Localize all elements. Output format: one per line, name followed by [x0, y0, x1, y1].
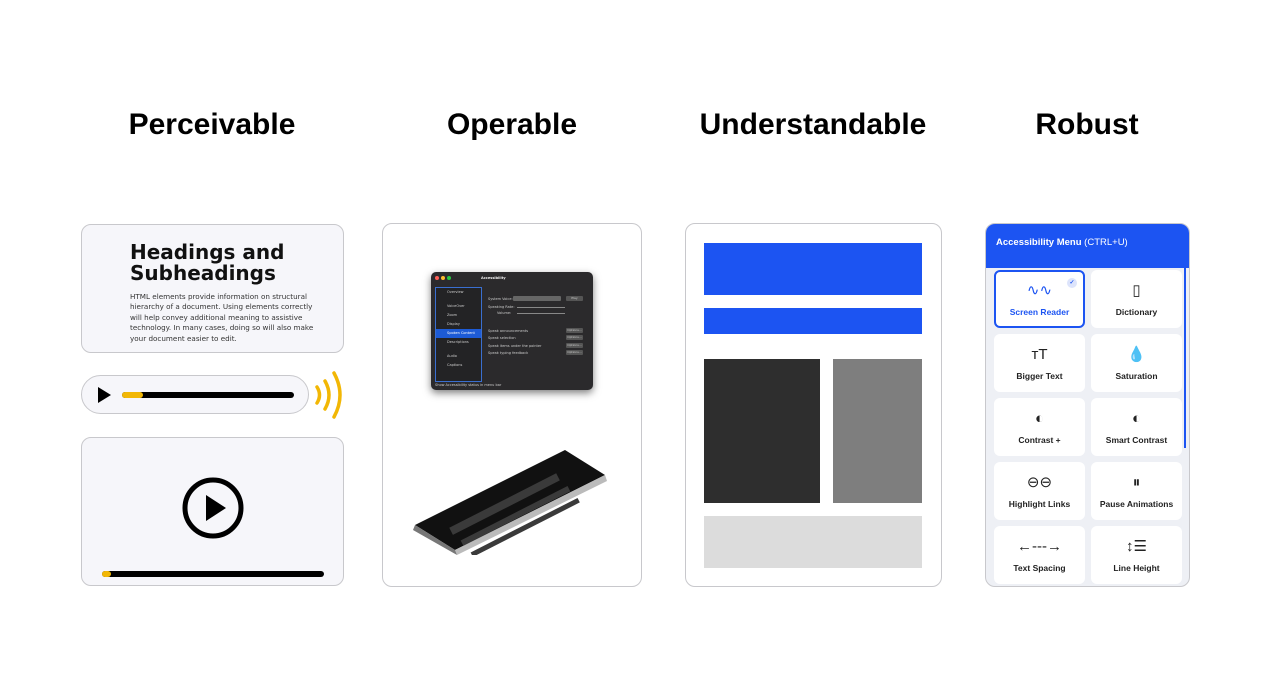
menu-title: Accessibility Menu [996, 237, 1082, 248]
system-voice-label: System Voice: [488, 297, 513, 301]
line-height-icon: ↕☰ [1126, 538, 1147, 555]
layout-footer-block [704, 516, 922, 568]
example-body: HTML elements provide information on str… [130, 292, 314, 343]
tile-label: Screen Reader [1009, 307, 1070, 317]
text-spacing-icon: ←---→ [1017, 538, 1062, 555]
braille-display-image [413, 450, 607, 555]
sound-waves-icon [315, 371, 342, 419]
sidebar-item[interactable]: Overview [436, 288, 481, 297]
system-voice-select[interactable] [513, 296, 561, 301]
tile-label: Smart Contrast [1105, 435, 1168, 445]
layout-main-block [704, 359, 820, 503]
saturation-icon: 💧 [1127, 346, 1146, 363]
screen-reader-icon: ∿∿ [1026, 282, 1053, 299]
volume-slider[interactable] [517, 313, 565, 314]
sidebar-item[interactable]: Zoom [436, 311, 481, 320]
tile-smart-contrast[interactable]: ◐ Smart Contrast [1091, 398, 1182, 456]
menu-tiles: ∿∿ Screen Reader ✓ ▯ Dictionary тT Bigger Text… [994, 270, 1182, 584]
sidebar-item[interactable]: Display [436, 320, 481, 329]
tile-label: Pause Animations [1099, 499, 1174, 509]
scrollbar[interactable] [1184, 268, 1186, 448]
tile-contrast[interactable]: ◐ Contrast + [994, 398, 1085, 456]
tile-pause-animations[interactable]: ⏸ Pause Animations [1091, 462, 1182, 520]
tile-saturation[interactable]: 💧 Saturation [1091, 334, 1182, 392]
contrast-icon: ◐ [1034, 410, 1045, 427]
heading-operable: Operable [446, 108, 578, 141]
sidebar-item-selected[interactable]: Spoken Content [436, 329, 481, 338]
tile-highlight-links[interactable]: ⊖⊖ Highlight Links [994, 462, 1085, 520]
option-checkbox[interactable]: Speak typing feedback [488, 350, 528, 356]
sidebar-item[interactable]: Descriptions [436, 338, 481, 347]
play-button[interactable]: Play [566, 296, 583, 301]
accessibility-settings-window: Accessibility Overview VoiceOver Zoom Di… [431, 272, 593, 390]
audio-progress-bar[interactable] [122, 392, 294, 398]
play-circle-icon[interactable] [181, 476, 245, 540]
tile-dictionary[interactable]: ▯ Dictionary [1091, 270, 1182, 328]
layout-header-block [704, 243, 922, 295]
smart-contrast-icon: ◐ [1131, 410, 1142, 427]
heading-understandable: Understandable [699, 108, 927, 141]
tile-label: Dictionary [1115, 307, 1158, 317]
volume-label: Volume: [497, 311, 512, 315]
window-title: Accessibility [481, 276, 506, 280]
speaking-rate-slider[interactable] [517, 307, 565, 308]
tile-line-height[interactable]: ↕☰ Line Height [1091, 526, 1182, 584]
highlight-links-icon: ⊖⊖ [1026, 474, 1053, 491]
tile-text-spacing[interactable]: ←---→ Text Spacing [994, 526, 1085, 584]
tile-label: Highlight Links [1008, 499, 1071, 509]
menu-shortcut: (CTRL+U) [1084, 237, 1128, 248]
tile-bigger-text[interactable]: тT Bigger Text [994, 334, 1085, 392]
option-checkbox[interactable]: Speak selection [488, 335, 516, 341]
tile-screen-reader[interactable]: ∿∿ Screen Reader ✓ [994, 270, 1085, 328]
tile-label: Line Height [1113, 563, 1160, 573]
video-progress-bar[interactable] [102, 571, 324, 577]
audio-player [81, 375, 309, 414]
window-controls[interactable] [435, 276, 451, 280]
tile-label: Contrast + [1018, 435, 1061, 445]
option-checkbox[interactable]: Speak items under the pointer [488, 343, 541, 349]
layout-aside-block [833, 359, 922, 503]
tile-label: Saturation [1115, 371, 1158, 381]
status-menu-checkbox[interactable]: Show Accessibility status in menu bar [435, 383, 501, 387]
video-progress-fill [102, 571, 111, 577]
option-checkbox[interactable]: Speak announcements [488, 328, 528, 334]
options-button[interactable]: Options... [566, 350, 583, 355]
check-icon: ✓ [1067, 278, 1077, 288]
layout-nav-block [704, 308, 922, 334]
sidebar-item[interactable]: VoiceOver [436, 302, 481, 311]
options-button[interactable]: Options... [566, 335, 583, 340]
tile-label: Text Spacing [1013, 563, 1066, 573]
headings-example-card: Headings and Subheadings HTML elements p… [81, 224, 344, 353]
understandable-card [685, 223, 942, 587]
menu-header: Accessibility Menu (CTRL+U) [986, 224, 1189, 268]
example-title: Headings and Subheadings [130, 240, 285, 285]
options-button[interactable]: Options... [566, 328, 583, 333]
pause-animations-icon: ⏸ [1132, 474, 1141, 491]
options-button[interactable]: Options... [566, 343, 583, 348]
dictionary-icon: ▯ [1132, 282, 1141, 299]
heading-perceivable: Perceivable [128, 108, 296, 141]
audio-progress-fill [122, 392, 143, 398]
tile-label: Bigger Text [1016, 371, 1063, 381]
video-player [81, 437, 344, 586]
sidebar-item[interactable]: Captions [436, 361, 481, 370]
settings-sidebar: Overview VoiceOver Zoom Display Spoken C… [435, 287, 482, 382]
heading-robust: Robust [1035, 108, 1139, 141]
bigger-text-icon: тT [1031, 346, 1048, 363]
sidebar-item[interactable]: Audio [436, 352, 481, 361]
play-icon[interactable] [98, 387, 111, 403]
accessibility-menu: Accessibility Menu (CTRL+U) ∿∿ Screen Rea… [985, 223, 1190, 587]
